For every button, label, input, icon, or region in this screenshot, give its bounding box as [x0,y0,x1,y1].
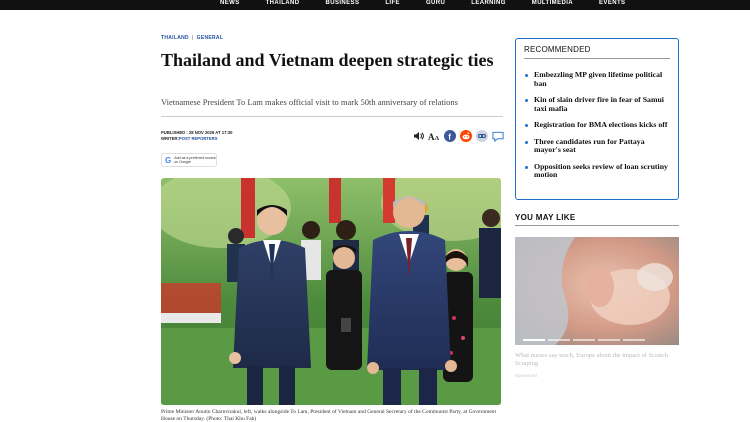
link-icon[interactable] [476,130,488,142]
google-badge-label: Add as a preferred source on Google [174,155,216,165]
speaker-icon[interactable] [412,130,424,142]
google-icon: G [165,155,172,165]
nav-item-guru[interactable]: GURU [426,0,445,7]
nav-item-learning[interactable]: LEARNING [471,0,506,7]
carousel-dot[interactable] [623,339,645,341]
top-navigation: NEWS THAILAND BUSINESS LIFE GURU LEARNING MULT… [0,0,750,10]
recommended-item[interactable]: Kin of slain driver fire in fear of Samu… [525,95,673,113]
text-size-icon[interactable]: AA [428,130,440,142]
carousel-dot[interactable] [548,339,570,341]
breadcrumb: THAILAND | GENERAL [161,35,223,41]
carousel-dot[interactable] [523,339,545,341]
article-title: Thailand and Vietnam deepen strategic ti… [161,50,494,70]
svg-text:f: f [448,133,451,142]
recommended-list: Embezzling MP given lifetime political b… [525,70,673,188]
nav-items: NEWS THAILAND BUSINESS LIFE GURU LEARNING MULT… [220,0,651,7]
recommended-title: RECOMMENDED [524,45,591,54]
divider [161,116,503,117]
comment-icon[interactable] [492,130,504,142]
carousel-dots[interactable] [523,339,645,341]
nav-item-multimedia[interactable]: MULTIMEDIA [532,0,573,7]
breadcrumb-separator: | [191,35,194,41]
facebook-icon[interactable]: f [444,130,456,142]
nav-item-life[interactable]: LIFE [385,0,400,7]
reddit-icon[interactable] [460,130,472,142]
nav-item-events[interactable]: EVENTS [599,0,625,7]
you-may-like-title: YOU MAY LIKE [515,213,576,222]
recommended-item[interactable]: Opposition seeks review of loan scrutiny… [525,162,673,180]
breadcrumb-subsection[interactable]: GENERAL [197,35,224,41]
article-subtitle: Vietnamese President To Lam makes offici… [161,97,458,107]
you-may-like-source: Sponsored [515,373,537,378]
recommended-divider [524,58,670,59]
article-meta: PUBLISHED : 28 NOV 2026 AT 17:30 WRITER:… [161,130,232,142]
recommended-item[interactable]: Embezzling MP given lifetime political b… [525,70,673,88]
article-photo [161,178,501,405]
writer-line: WRITER:POST REPORTERS [161,136,232,142]
carousel-dot[interactable] [598,339,620,341]
google-preferred-source-button[interactable]: G Add as a preferred source on Google [161,153,217,167]
recommended-item[interactable]: Three candidates run for Pattaya mayor's… [525,137,673,155]
breadcrumb-section[interactable]: THAILAND [161,35,189,41]
writer-label: WRITER: [161,136,179,141]
nav-item-business[interactable]: BUSINESS [325,0,359,7]
nav-item-thailand[interactable]: THAILAND [266,0,300,7]
share-toolbar: AA f [412,130,504,142]
you-may-like-divider [515,225,679,226]
carousel-dot[interactable] [573,339,595,341]
photo-caption: Prime Minister Anutin Charnvirakul, left… [161,409,497,422]
svg-text:A: A [435,135,440,141]
recommended-item[interactable]: Registration for BMA elections kicks off [525,120,673,130]
recommended-box: RECOMMENDED Embezzling MP given lifetime… [515,38,679,200]
writer-name[interactable]: POST REPORTERS [179,136,218,141]
nav-item-news[interactable]: NEWS [220,0,240,7]
you-may-like-caption[interactable]: What nurses say teach, Europe about the … [515,352,679,368]
you-may-like-image[interactable] [515,237,679,345]
